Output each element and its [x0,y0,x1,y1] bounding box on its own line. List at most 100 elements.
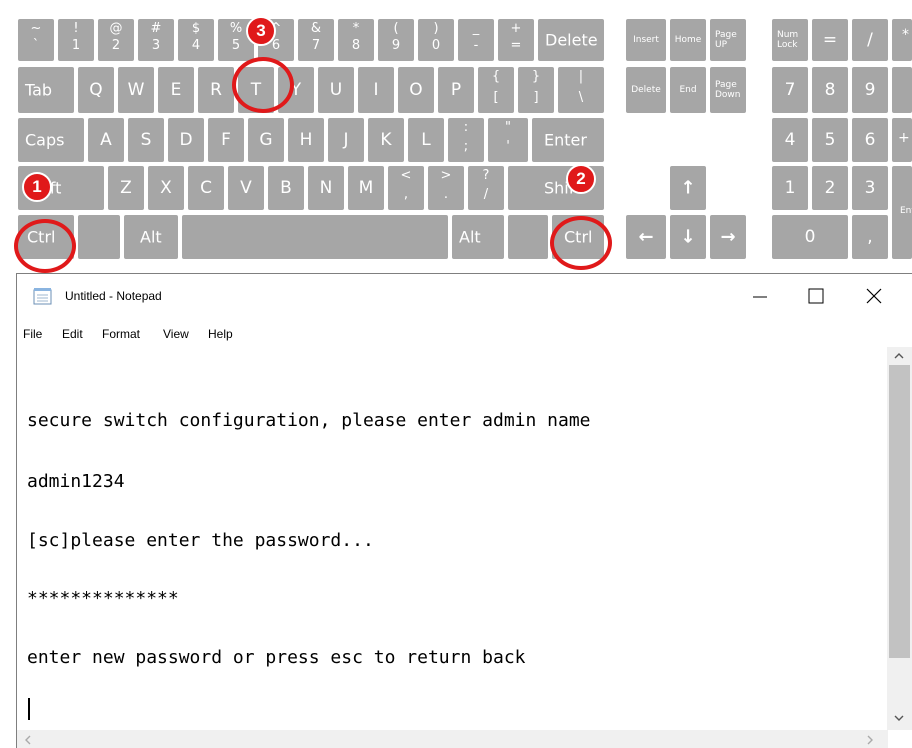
text-editor[interactable]: secure switch configuration, please ente… [17,347,885,727]
key-semicolon[interactable]: :; [448,118,484,162]
key-a[interactable]: A [88,118,124,162]
key-tab[interactable]: Tab [18,67,74,113]
key-d[interactable]: D [168,118,204,162]
key-enter[interactable]: Enter [532,118,604,162]
key-j[interactable]: J [328,118,364,162]
menu-edit[interactable]: Edit [62,327,83,341]
key-m[interactable]: M [348,166,384,210]
key-num-9[interactable]: 9 [852,67,888,113]
key-backslash[interactable]: | \ [558,67,604,113]
key-right-bracket[interactable]: }] [518,67,554,113]
menu-view[interactable]: View [163,327,189,341]
key-period[interactable]: >. [428,166,464,210]
key-equals[interactable]: + = [498,19,534,61]
key-comma[interactable]: <, [388,166,424,210]
menu-format[interactable]: Format [102,327,140,341]
key-home[interactable]: Home [670,19,706,61]
key-num-5[interactable]: 5 [812,118,848,162]
key-num-divide[interactable]: / [852,19,888,61]
key-b[interactable]: B [268,166,304,210]
key-arrow-up[interactable]: ↑ [670,166,706,210]
key-num-7[interactable]: 7 [772,67,808,113]
key-num-0[interactable]: 0 [772,215,848,259]
key-k[interactable]: K [368,118,404,162]
key-num-equals[interactable]: = [812,19,848,61]
key-num-1[interactable]: 1 [772,166,808,210]
key-num-multiply[interactable]: * [892,19,912,61]
key-nav-delete[interactable]: Delete [626,67,666,113]
key-slash[interactable]: ? / [468,166,504,210]
notepad-window: Untitled - Notepad File Edit Format View… [16,273,912,748]
key-f[interactable]: F [208,118,244,162]
key-n[interactable]: N [308,166,344,210]
key-u[interactable]: U [318,67,354,113]
key-menu[interactable] [508,215,548,259]
key-arrow-down[interactable]: ↓ [670,215,706,259]
key-minus[interactable]: _ - [458,19,494,61]
key-end[interactable]: End [670,67,706,113]
key-num-4[interactable]: 4 [772,118,808,162]
scroll-left-icon[interactable] [23,734,33,746]
key-8[interactable]: * 8 [338,19,374,61]
key-o[interactable]: O [398,67,434,113]
key-7[interactable]: & 7 [298,19,334,61]
key-delete[interactable]: Delete [538,19,604,61]
horizontal-scrollbar[interactable] [17,730,888,748]
title-bar[interactable]: Untitled - Notepad [17,274,912,321]
minimize-button[interactable] [743,282,777,310]
key-insert[interactable]: Insert [626,19,666,61]
key-alt-right[interactable]: Alt [452,215,504,259]
text-line: ************** [27,588,179,609]
key-h[interactable]: H [288,118,324,162]
key-num-6[interactable]: 6 [852,118,888,162]
key-backtick[interactable]: ~ ` [18,19,54,61]
key-num-plus[interactable]: + [892,118,912,162]
key-0[interactable]: ) 0 [418,19,454,61]
key-c[interactable]: C [188,166,224,210]
key-win-left[interactable] [78,215,120,259]
menu-file[interactable]: File [23,327,42,341]
key-v[interactable]: V [228,166,264,210]
key-space[interactable] [182,215,448,259]
key-page-down[interactable]: Page Down [710,67,746,113]
key-num-minus[interactable] [892,67,912,113]
key-p[interactable]: P [438,67,474,113]
key-q[interactable]: Q [78,67,114,113]
key-num-decimal[interactable]: , [852,215,888,259]
key-e[interactable]: E [158,67,194,113]
key-l[interactable]: L [408,118,444,162]
key-1[interactable]: ! 1 [58,19,94,61]
key-left-bracket[interactable]: {[ [478,67,514,113]
key-z[interactable]: Z [108,166,144,210]
key-num-3[interactable]: 3 [852,166,888,210]
vertical-scrollbar[interactable] [887,347,912,730]
key-num-lock[interactable]: Num Lock [772,19,808,61]
key-page-up[interactable]: Page UP [710,19,746,61]
key-9[interactable]: (9 [378,19,414,61]
menu-help[interactable]: Help [208,327,233,341]
key-x[interactable]: X [148,166,184,210]
key-arrow-left[interactable]: ← [626,215,666,259]
key-i[interactable]: I [358,67,394,113]
highlight-ctrl-left [14,219,76,273]
key-s[interactable]: S [128,118,164,162]
key-arrow-right[interactable]: → [710,215,746,259]
maximize-button[interactable] [799,282,833,310]
key-2[interactable]: @2 [98,19,134,61]
scroll-right-icon[interactable] [865,734,875,746]
scroll-up-icon[interactable] [893,351,905,361]
key-num-enter[interactable]: Enter [892,166,912,259]
key-num-8[interactable]: 8 [812,67,848,113]
key-w[interactable]: W [118,67,154,113]
key-quote[interactable]: " ' [488,118,528,162]
key-3[interactable]: #3 [138,19,174,61]
key-4[interactable]: $4 [178,19,214,61]
scrollbar-thumb[interactable] [889,365,910,658]
key-g[interactable]: G [248,118,284,162]
key-alt-left[interactable]: Alt [124,215,178,259]
close-button[interactable] [857,282,891,310]
key-r[interactable]: R [198,67,234,113]
key-caps-lock[interactable]: Caps [18,118,84,162]
key-num-2[interactable]: 2 [812,166,848,210]
scroll-down-icon[interactable] [893,713,905,723]
